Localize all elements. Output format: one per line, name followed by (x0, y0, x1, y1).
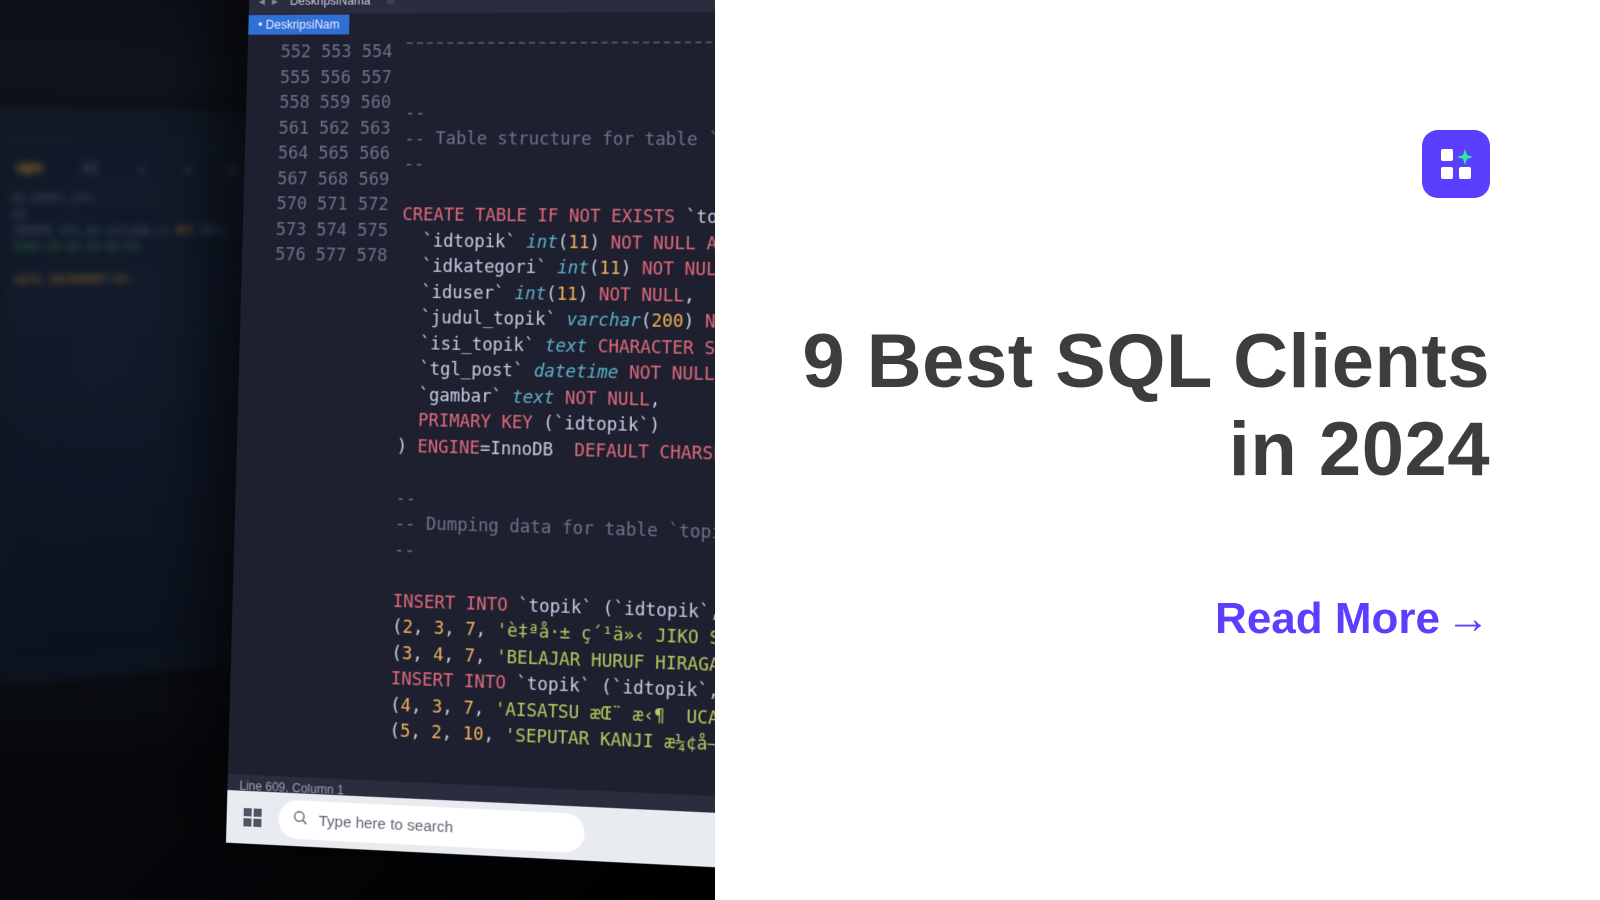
read-more-label: Read More (1215, 594, 1440, 644)
ruler (407, 41, 715, 44)
content-panel: 9 Best SQL Clients in 2024 Read More→ (715, 0, 1600, 900)
line-gutter: 552 553 554 555 556 557 558 559 560 561 … (228, 40, 407, 781)
arrow-right-icon: → (1446, 594, 1490, 644)
read-more-link[interactable]: Read More→ (1215, 594, 1490, 644)
brand-logo-icon (1435, 143, 1477, 185)
article-headline: 9 Best SQL Clients in 2024 (802, 318, 1490, 494)
nav-arrows-icon: ◂ ▸ (259, 0, 280, 8)
brand-logo (1422, 130, 1490, 198)
taskbar-search[interactable]: Type here to search (278, 800, 585, 854)
search-placeholder: Type here to search (318, 812, 453, 836)
headline-line-1: 9 Best SQL Clients (802, 318, 1490, 406)
tablet-tab: AI (82, 160, 99, 177)
code-editor[interactable]: 552 553 554 555 556 557 558 559 560 561 … (228, 33, 715, 805)
tablet-tab: ✦ (138, 161, 147, 177)
monitor: OPEN FILES ◂ ▸ DeskripsiNama • Deskripsi… (226, 0, 715, 876)
hero-photo-panel: upn AI ✦ ≈ ≡ ep_model_int, ep CREATE afk… (0, 0, 715, 900)
start-button[interactable] (232, 796, 273, 839)
code-body: -- -- Table structure for table ` -- CRE… (389, 49, 715, 767)
file-tab-row: • DeskripsiNam (248, 11, 715, 35)
file-tab[interactable]: • DeskripsiNam (248, 15, 350, 35)
tablet-tab: upn (16, 159, 42, 176)
tablet-tab: ≈ (184, 162, 192, 178)
editor-tab-name: DeskripsiNama (290, 0, 371, 8)
tab-dirty-dot-icon (386, 0, 394, 4)
tablet-tab: ≡ (229, 163, 237, 179)
search-icon (292, 809, 309, 830)
headline-line-2: in 2024 (802, 406, 1490, 494)
windows-icon (243, 808, 261, 827)
